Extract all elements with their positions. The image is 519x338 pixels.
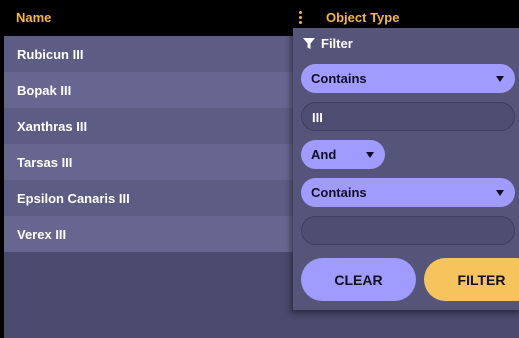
filter-icon [303, 38, 315, 49]
join-operator-value: And [311, 147, 337, 162]
join-operator-select[interactable]: And [301, 140, 385, 169]
condition1-operator-select[interactable]: Contains [301, 64, 515, 93]
cell-name: Verex III [17, 227, 67, 242]
chevron-down-icon [496, 190, 504, 196]
clear-button-label: CLEAR [334, 272, 383, 288]
filter-button[interactable]: FILTER [424, 258, 519, 301]
condition2-operator-value: Contains [311, 185, 367, 200]
filter-popup: Filter Contains III And Contains CLEAR F… [293, 28, 519, 310]
condition1-value-input[interactable]: III [301, 102, 515, 131]
condition1-value-text: III [312, 110, 323, 125]
filter-title-label: Filter [321, 36, 353, 51]
column-header-object-type[interactable]: Object Type [326, 10, 399, 25]
chevron-down-icon [366, 152, 374, 158]
cell-name: Xanthras III [17, 119, 88, 134]
column-menu-icon[interactable] [296, 10, 306, 26]
cell-name: Bopak III [17, 83, 72, 98]
condition2-value-input[interactable] [301, 216, 515, 245]
column-header-name[interactable]: Name [16, 10, 51, 25]
cell-name: Epsilon Canaris III [17, 191, 130, 206]
clear-button[interactable]: CLEAR [301, 258, 416, 301]
chevron-down-icon [496, 76, 504, 82]
condition1-operator-value: Contains [311, 71, 367, 86]
cell-name: Tarsas III [17, 155, 73, 170]
filter-button-label: FILTER [457, 272, 506, 288]
condition2-operator-select[interactable]: Contains [301, 178, 515, 207]
cell-name: Rubicun III [17, 47, 84, 62]
